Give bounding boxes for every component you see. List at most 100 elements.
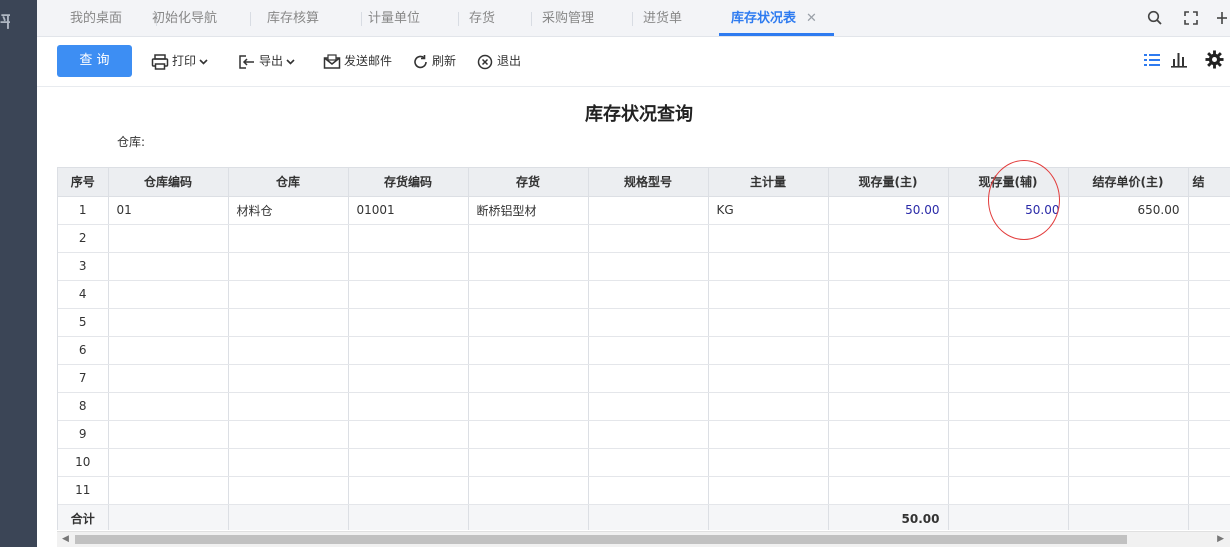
export-button[interactable]: 导出 — [238, 51, 298, 71]
cell-spec — [588, 476, 709, 505]
table-row[interactable]: 8 — [58, 392, 1230, 421]
cell-inventory — [468, 336, 589, 365]
table-row[interactable]: 3 — [58, 252, 1230, 281]
email-icon — [323, 53, 341, 69]
total-cell — [948, 504, 1069, 530]
refresh-button[interactable]: 刷新 — [412, 51, 456, 71]
cell-qty-main — [828, 252, 949, 281]
tab-menu-icon[interactable] — [1215, 10, 1229, 30]
print-label: 打印 — [172, 54, 197, 68]
cell-warehouse — [228, 280, 349, 309]
cell-truncated — [1188, 364, 1230, 393]
tab-init-guide[interactable]: 初始化导航 — [152, 0, 251, 36]
tab-purchase-management[interactable]: 采购管理 — [542, 0, 633, 36]
exit-icon — [477, 54, 493, 69]
send-email-button[interactable]: 发送邮件 — [323, 51, 392, 71]
chart-view-icon[interactable] — [1170, 51, 1188, 72]
cell-seq: 10 — [58, 448, 109, 477]
col-header-warehouse[interactable]: 仓库 — [228, 168, 349, 197]
search-icon[interactable] — [1147, 10, 1163, 30]
query-button[interactable]: 查 询 — [57, 45, 132, 77]
cell-warehouse: 材料仓 — [228, 196, 349, 225]
cell-spec — [588, 364, 709, 393]
table-row[interactable]: 4 — [58, 280, 1230, 309]
cell-main-unit — [708, 448, 829, 477]
scroll-right-icon[interactable]: ▶ — [1217, 534, 1224, 544]
col-header-truncated[interactable]: 结 — [1188, 168, 1230, 197]
cell-inventory-code: 01001 — [348, 196, 469, 225]
tab-inventory[interactable]: 存货 — [469, 0, 532, 36]
tab-purchase-receipt[interactable]: 进货单 — [643, 0, 713, 36]
col-header-spec[interactable]: 规格型号 — [588, 168, 709, 197]
tab-inventory-accounting[interactable]: 库存核算 — [267, 0, 362, 36]
total-cell — [228, 504, 349, 530]
cell-qty-aux — [948, 252, 1069, 281]
fullscreen-icon[interactable] — [1183, 10, 1199, 30]
table-row[interactable]: 2 — [58, 224, 1230, 253]
chevron-down-icon — [199, 58, 208, 65]
close-icon[interactable]: ✕ — [806, 11, 817, 26]
col-header-main-unit[interactable]: 主计量 — [708, 168, 829, 197]
cell-spec — [588, 448, 709, 477]
cell-inventory-code — [348, 476, 469, 505]
gear-icon[interactable] — [1205, 50, 1224, 73]
cell-spec — [588, 336, 709, 365]
tab-label: 库存状况表 — [731, 11, 797, 26]
cell-inventory — [468, 364, 589, 393]
list-view-icon[interactable] — [1143, 52, 1161, 72]
tab-my-desktop[interactable]: 我的桌面 — [70, 0, 157, 36]
table-row[interactable]: 10 — [58, 448, 1230, 477]
table-row[interactable]: 5 — [58, 308, 1230, 337]
cell-warehouse — [228, 364, 349, 393]
cell-inventory: 断桥铝型材 — [468, 196, 589, 225]
cell-qty-aux — [948, 392, 1069, 421]
cell-qty-aux — [948, 476, 1069, 505]
col-header-unit-price[interactable]: 结存单价(主) — [1068, 168, 1189, 197]
cell-warehouse — [228, 252, 349, 281]
col-header-seq[interactable]: 序号 — [58, 168, 109, 197]
scroll-left-icon[interactable]: ◀ — [62, 534, 69, 544]
cell-seq: 6 — [58, 336, 109, 365]
tab-unit-of-measure[interactable]: 计量单位 — [368, 0, 459, 36]
col-header-qty-main[interactable]: 现存量(主) — [828, 168, 949, 197]
cell-inventory — [468, 224, 589, 253]
cell-main-unit — [708, 252, 829, 281]
cell-qty-main — [828, 448, 949, 477]
horizontal-scrollbar[interactable]: ◀ ▶ — [57, 531, 1230, 547]
tab-label: 计量单位 — [368, 11, 421, 26]
cell-unit-price — [1068, 252, 1189, 281]
col-header-inventory[interactable]: 存货 — [468, 168, 589, 197]
cell-inventory — [468, 308, 589, 337]
table-row[interactable]: 11 — [58, 476, 1230, 505]
cell-inventory — [468, 252, 589, 281]
print-button[interactable]: 打印 — [151, 51, 211, 71]
left-nav-glyph: 平 — [0, 12, 10, 31]
report-panel: 库存状况查询 仓库: 序号 仓库编码 仓库 存货编码 存货 规格型号 主计量 现… — [37, 87, 1230, 547]
col-header-warehouse-code[interactable]: 仓库编码 — [108, 168, 229, 197]
table-row[interactable]: 9 — [58, 420, 1230, 449]
table-row[interactable]: 7 — [58, 364, 1230, 393]
col-header-inventory-code[interactable]: 存货编码 — [348, 168, 469, 197]
cell-warehouse-code — [108, 224, 229, 253]
cell-seq: 3 — [58, 252, 109, 281]
total-cell — [468, 504, 589, 530]
cell-unit-price — [1068, 280, 1189, 309]
cell-warehouse — [228, 420, 349, 449]
cell-main-unit — [708, 308, 829, 337]
table-row[interactable]: 6 — [58, 336, 1230, 365]
exit-button[interactable]: 退出 — [477, 51, 521, 71]
tab-label: 进货单 — [643, 11, 683, 26]
tab-label: 我的桌面 — [70, 11, 123, 26]
cell-truncated — [1188, 196, 1230, 225]
table-total-row: 合计 50.00 — [58, 504, 1230, 530]
cell-qty-main — [828, 476, 949, 505]
cell-inventory — [468, 420, 589, 449]
cell-inventory-code — [348, 252, 469, 281]
annotation-circle — [988, 160, 1060, 240]
cell-spec — [588, 252, 709, 281]
cell-qty-main — [828, 336, 949, 365]
cell-truncated — [1188, 448, 1230, 477]
cell-warehouse-code — [108, 364, 229, 393]
tab-inventory-status-report[interactable]: 库存状况表 ✕ — [719, 0, 834, 36]
scrollbar-thumb[interactable] — [75, 535, 1127, 544]
